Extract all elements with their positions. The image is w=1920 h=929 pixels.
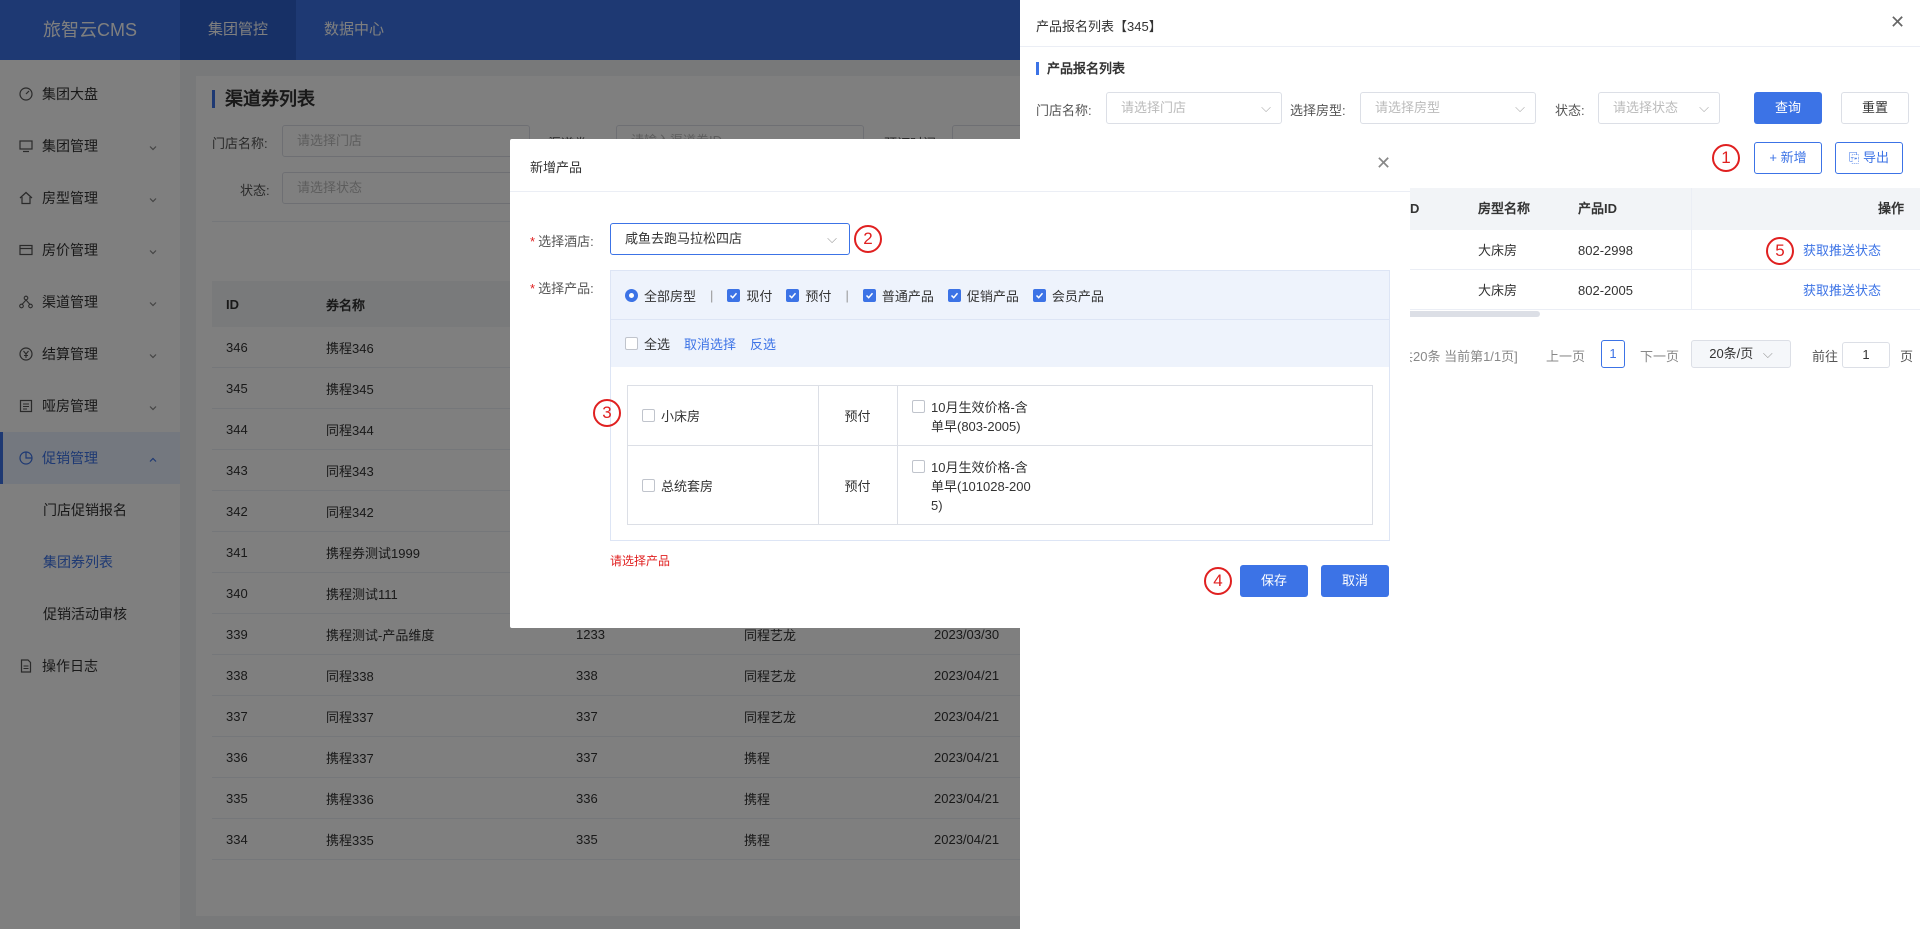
annotation-marker-3: 3 [593,399,621,427]
prepay-checkbox[interactable]: 预付 [786,286,831,305]
cancel-selection-link[interactable]: 取消选择 [684,334,736,353]
get-push-status-link[interactable]: 获取推送状态 [1803,230,1881,272]
hotel-label: * 选择酒店: [530,234,594,249]
pay-type: 预付 [844,409,871,424]
product-name: 10月生效价格-含 单早(101028-200 5) [931,460,1031,513]
divider [628,445,1372,446]
member-product-checkbox[interactable]: 会员产品 [1032,286,1104,305]
drawer-status-select[interactable]: 请选择状态 ⌵ [1598,92,1720,124]
modal-title: 新增产品 [530,160,583,175]
row-product-id: 802-2998 [1578,243,1633,258]
close-icon[interactable]: ✕ [1376,153,1391,174]
divider [510,191,1410,192]
row-room: 大床房 [1478,243,1518,258]
row-room: 大床房 [1478,283,1518,298]
pager-current-page[interactable]: 1 [1601,340,1625,368]
promo-product-checkbox[interactable]: 促销产品 [947,286,1019,305]
pager-prev[interactable]: 上一页 [1546,346,1585,365]
product-label: * 选择产品: [530,281,594,296]
chevron-down-icon: ⌵ [1762,346,1773,361]
annotation-marker-5: 5 [1766,237,1794,265]
divider [1020,46,1920,47]
bulk-select-row: 全选 取消选择 反选 [611,319,1389,367]
hotel-value: 咸鱼去跑马拉松四店 [625,231,743,246]
pager-summary: 共20条 当前第1/1页] [1400,349,1518,364]
checkbox-icon [625,337,638,350]
product-name: 10月生效价格-含 单早(803-2005) [931,400,1028,434]
pager-goto-label: 前往 [1812,349,1839,364]
check-icon [1032,288,1046,302]
product-checkbox[interactable]: 10月生效价格-含 单早(101028-200 5) [912,458,1031,515]
row-product-id: 802-2005 [1578,283,1633,298]
drawer-room-select[interactable]: 请选择房型 ⌵ [1360,92,1536,124]
col-operation: 操作 [1878,201,1905,216]
pager-page-unit: 页 [1900,349,1914,364]
annotation-marker-2: 2 [854,225,882,253]
check-icon [862,288,876,302]
drawer-store-label: 门店名称: [1036,103,1092,118]
divider [1691,188,1692,310]
reset-button[interactable]: 重置 [1841,92,1909,124]
export-label: 导出 [1863,150,1890,165]
col-id-tail: D [1410,201,1420,216]
product-selection-panel: 全部房型 | 现付 预付 | 普通产品 促销产品 会员产品 全选 取消选择 反选… [610,270,1390,541]
get-push-status-link[interactable]: 获取推送状态 [1803,270,1881,312]
save-button[interactable]: 保存 [1240,565,1308,597]
checkbox-icon [642,409,655,422]
annotation-marker-4: 4 [1204,567,1232,595]
drawer-subtitle: 产品报名列表 [1036,62,1125,75]
pay-type: 预付 [844,478,871,494]
radio-selected-icon [625,288,638,302]
chevron-down-icon: ⌵ [827,231,837,246]
export-icon: ⎘ [1848,150,1860,165]
chevron-down-icon: ⌵ [1261,100,1271,115]
room-checkbox[interactable]: 总统套房 [642,446,713,524]
add-button[interactable]: + 新增 [1754,142,1822,174]
check-icon [727,288,741,302]
cancel-button[interactable]: 取消 [1321,565,1389,597]
page-size-select[interactable]: 20条/页 ⌵ [1691,340,1791,368]
check-icon [786,288,800,302]
check-icon [947,288,961,302]
room-checkbox[interactable]: 小床房 [642,386,700,445]
chevron-down-icon: ⌵ [1515,100,1525,115]
separator: | [845,287,849,303]
product-table: 小床房 预付 10月生效价格-含 单早(803-2005) 总统套房 预付 10… [627,385,1373,525]
annotation-marker-1: 1 [1712,144,1740,172]
drawer-store-select[interactable]: 请选择门店 ⌵ [1106,92,1282,124]
select-placeholder: 请选择门店 [1121,100,1187,115]
pager-goto-input[interactable]: 1 [1842,342,1890,368]
product-checkbox[interactable]: 10月生效价格-含 单早(803-2005) [912,398,1028,436]
col-room-name: 房型名称 [1478,201,1531,216]
pay-now-checkbox[interactable]: 现付 [727,286,772,305]
checkbox-icon [642,478,655,492]
drawer-status-label: 状态: [1555,103,1585,118]
select-all-checkbox[interactable]: 全选 [625,334,670,353]
validation-error: 请选择产品 [610,554,671,568]
invert-selection-link[interactable]: 反选 [750,334,776,353]
normal-product-checkbox[interactable]: 普通产品 [862,286,934,305]
pager-next[interactable]: 下一页 [1640,346,1679,365]
drawer-room-label: 选择房型: [1290,103,1346,118]
select-placeholder: 请选择状态 [1613,100,1679,115]
chevron-down-icon: ⌵ [1699,100,1709,115]
separator: | [710,287,714,303]
checkbox-icon [912,460,925,473]
close-icon[interactable]: ✕ [1890,12,1905,33]
add-product-modal: 新增产品 ✕ * 选择酒店: 咸鱼去跑马拉松四店 ⌵ 2 * 选择产品: 全部房型 … [510,139,1410,628]
export-button[interactable]: ⎘ 导出 [1835,142,1903,174]
drawer-title: 产品报名列表【345】 [1036,19,1162,34]
query-button[interactable]: 查询 [1754,92,1822,124]
select-placeholder: 请选择房型 [1375,100,1441,115]
all-rooms-radio[interactable]: 全部房型 [625,286,696,305]
divider [897,386,898,524]
hotel-select[interactable]: 咸鱼去跑马拉松四店 ⌵ [610,223,850,255]
page-size-value: 20条/页 [1709,346,1754,361]
checkbox-icon [912,400,925,413]
product-filter-row: 全部房型 | 现付 预付 | 普通产品 促销产品 会员产品 [611,271,1389,319]
col-product-id: 产品ID [1578,201,1618,216]
